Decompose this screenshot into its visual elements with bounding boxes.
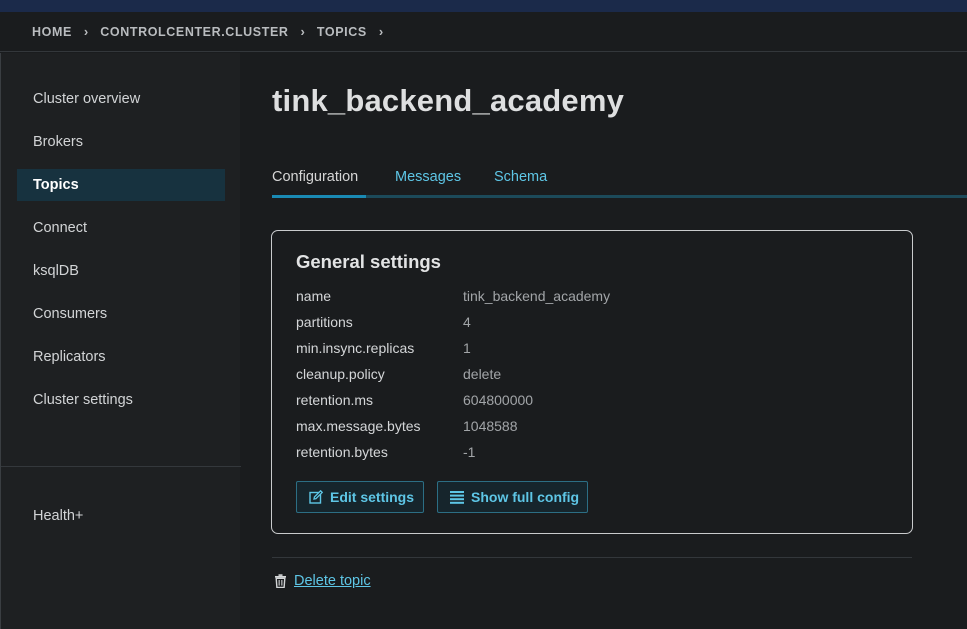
tab-messages[interactable]: Messages [395,169,461,185]
breadcrumb-chevron-icon: › [300,24,305,39]
edit-icon [309,490,323,504]
sidebar-item-health-plus[interactable]: Health+ [17,500,225,532]
breadcrumb-topics[interactable]: TOPICS [317,25,367,39]
config-row-min-insync-replicas: min.insync.replicas 1 [296,340,896,360]
sidebar-item-replicators[interactable]: Replicators [17,341,225,373]
config-value: -1 [463,444,476,460]
config-key: min.insync.replicas [296,340,415,356]
edit-settings-label: Edit settings [330,489,415,505]
config-key: name [296,288,332,304]
config-key: partitions [296,314,353,330]
breadcrumb-home[interactable]: HOME [32,25,72,39]
config-key: retention.bytes [296,444,388,460]
top-accent-band [0,0,967,12]
page-title: tink_backend_academy [272,83,625,118]
main-content: tink_backend_academy Configuration Messa… [240,53,967,629]
breadcrumb-cluster[interactable]: CONTROLCENTER.CLUSTER [100,25,288,39]
config-row-cleanup-policy: cleanup.policy delete [296,366,896,386]
config-value: 1 [463,340,471,356]
config-value: 604800000 [463,392,534,408]
tab-schema[interactable]: Schema [494,169,547,185]
breadcrumb: HOME › CONTROLCENTER.CLUSTER › TOPICS › [0,12,967,52]
breadcrumb-chevron-icon: › [83,24,89,39]
config-value: tink_backend_academy [463,288,611,304]
sidebar-item-cluster-settings[interactable]: Cluster settings [17,384,225,416]
sidebar-item-brokers[interactable]: Brokers [17,126,225,158]
config-value: 4 [463,314,471,330]
breadcrumb-chevron-icon: › [378,24,384,39]
tab-configuration[interactable]: Configuration [272,169,358,185]
config-row-partitions: partitions 4 [296,314,896,334]
general-settings-title: General settings [296,251,441,272]
config-row-name: name tink_backend_academy [296,288,896,308]
active-tab-indicator [272,195,366,198]
sidebar-item-consumers[interactable]: Consumers [17,298,225,330]
list-icon [450,491,464,504]
config-key: retention.ms [296,392,374,408]
delete-topic-row: Delete topic [274,573,371,589]
delete-topic-link[interactable]: Delete topic [294,573,371,589]
general-settings-card: General settings name tink_backend_acade… [271,230,913,534]
tab-bar: Configuration Messages Schema [272,166,967,200]
sidebar-divider [1,466,241,467]
show-full-config-label: Show full config [471,489,580,505]
trash-icon [275,574,286,588]
section-divider [272,557,912,558]
sidebar-item-topics[interactable]: Topics [17,169,225,201]
config-value: delete [463,366,502,382]
sidebar-item-cluster-overview[interactable]: Cluster overview [17,83,225,115]
sidebar-item-ksqldb[interactable]: ksqlDB [17,255,225,287]
config-row-max-message-bytes: max.message.bytes 1048588 [296,418,896,438]
sidebar: Cluster overview Brokers Topics Connect … [0,53,241,629]
show-full-config-button[interactable]: Show full config [437,481,588,513]
edit-settings-button[interactable]: Edit settings [296,481,424,513]
sidebar-item-connect[interactable]: Connect [17,212,225,244]
config-key: cleanup.policy [296,366,385,382]
config-row-retention-bytes: retention.bytes -1 [296,444,896,464]
config-key: max.message.bytes [296,418,421,434]
tab-bar-rule [272,195,967,198]
config-row-retention-ms: retention.ms 604800000 [296,392,896,412]
config-value: 1048588 [463,418,518,434]
